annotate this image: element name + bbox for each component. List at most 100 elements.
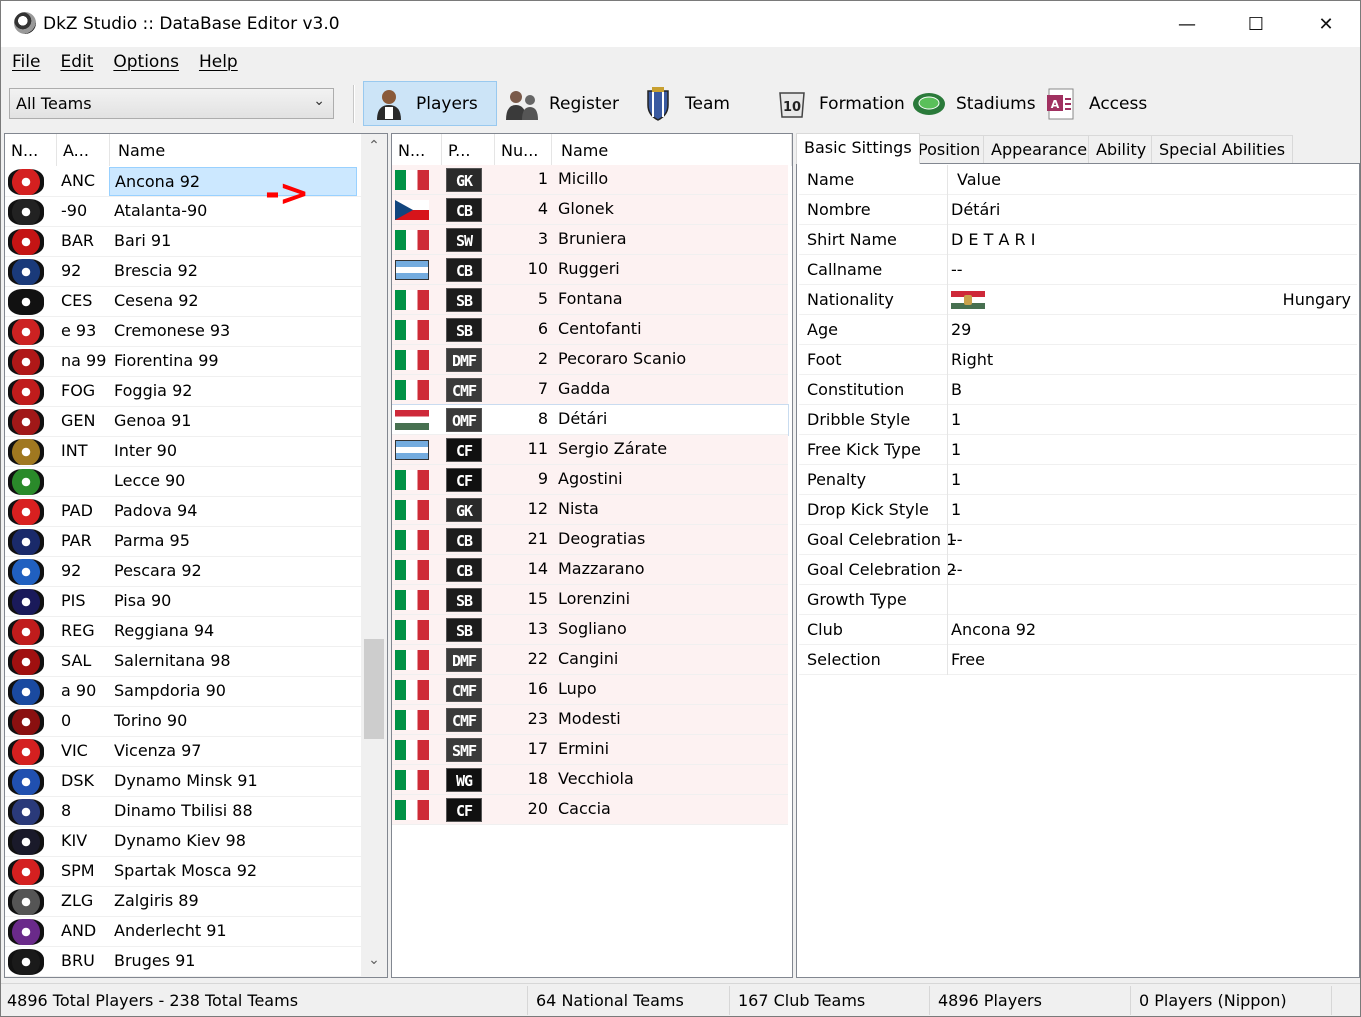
property-value[interactable]: 1: [951, 470, 961, 489]
player-row[interactable]: DMF 2 Pecoraro Scanio: [392, 345, 788, 375]
team-row[interactable]: PAR Parma 95: [5, 527, 362, 557]
player-row[interactable]: CB 14 Mazzarano: [392, 555, 788, 585]
property-value[interactable]: --: [951, 260, 963, 279]
team-row[interactable]: 8 Dinamo Tbilisi 88: [5, 797, 362, 827]
team-row[interactable]: VIC Vicenza 97: [5, 737, 362, 767]
team-row[interactable]: FOG Foggia 92: [5, 377, 362, 407]
property-row[interactable]: Constitution B: [799, 375, 1357, 405]
property-value[interactable]: 1: [951, 500, 961, 519]
menu-options[interactable]: Options: [106, 47, 186, 79]
column-header-nationality[interactable]: N...: [392, 134, 442, 166]
player-row[interactable]: CMF 7 Gadda: [392, 375, 788, 405]
team-row[interactable]: AND Anderlecht 91: [5, 917, 362, 947]
player-row[interactable]: SB 13 Sogliano: [392, 615, 788, 645]
property-row[interactable]: Free Kick Type 1: [799, 435, 1357, 465]
team-row[interactable]: ZLG Zalgiris 89: [5, 887, 362, 917]
property-row[interactable]: Dribble Style 1: [799, 405, 1357, 435]
close-button[interactable]: ✕: [1291, 1, 1361, 47]
property-row[interactable]: Nationality Hungary: [799, 285, 1357, 315]
property-row[interactable]: Shirt Name D E T A R I: [799, 225, 1357, 255]
team-row[interactable]: DSK Dynamo Minsk 91: [5, 767, 362, 797]
team-row[interactable]: 0 Torino 90: [5, 707, 362, 737]
player-row[interactable]: CF 20 Caccia: [392, 795, 788, 825]
column-header-position[interactable]: P...: [442, 134, 495, 166]
property-row[interactable]: Selection Free: [799, 645, 1357, 675]
player-row[interactable]: SMF 17 Ermini: [392, 735, 788, 765]
team-row[interactable]: INT Inter 90: [5, 437, 362, 467]
player-row[interactable]: CB 4 Glonek: [392, 195, 788, 225]
property-value[interactable]: Détári: [951, 200, 1000, 219]
team-row[interactable]: PAD Padova 94: [5, 497, 362, 527]
property-row[interactable]: Age 29: [799, 315, 1357, 345]
player-row[interactable]: CB 10 Ruggeri: [392, 255, 788, 285]
player-row[interactable]: CMF 23 Modesti: [392, 705, 788, 735]
team-row[interactable]: BRU Bruges 91: [5, 947, 362, 977]
column-header-number[interactable]: Nu...: [495, 134, 552, 166]
tab-appearance[interactable]: Appearance: [983, 135, 1096, 163]
property-value[interactable]: 1: [951, 440, 961, 459]
scroll-down-icon[interactable]: ⌄: [361, 952, 387, 977]
team-row[interactable]: CES Cesena 92: [5, 287, 362, 317]
team-row[interactable]: e 93 Cremonese 93: [5, 317, 362, 347]
team-row[interactable]: KIV Dynamo Kiev 98: [5, 827, 362, 857]
team-row[interactable]: SAL Salernitana 98: [5, 647, 362, 677]
scroll-up-icon[interactable]: ⌃: [361, 138, 387, 164]
team-row[interactable]: -90 Atalanta-90: [5, 197, 362, 227]
property-value[interactable]: Free: [951, 650, 985, 669]
property-key-header[interactable]: Name: [807, 170, 854, 189]
team-row[interactable]: GEN Genoa 91: [5, 407, 362, 437]
team-row[interactable]: PIS Pisa 90: [5, 587, 362, 617]
player-row[interactable]: GK 1 Micillo: [392, 165, 788, 195]
property-value[interactable]: 1: [951, 410, 961, 429]
property-value[interactable]: Ancona 92: [951, 620, 1036, 639]
column-header-player-name[interactable]: Name: [552, 134, 792, 166]
maximize-button[interactable]: ☐: [1221, 1, 1291, 47]
property-value-header[interactable]: Value: [957, 170, 1001, 189]
team-row[interactable]: ANC Ancona 92: [5, 167, 362, 197]
register-button[interactable]: Register: [497, 81, 627, 126]
player-row[interactable]: CF 11 Sergio Zárate: [392, 435, 788, 465]
tab-ability[interactable]: Ability: [1088, 135, 1155, 163]
property-row[interactable]: Nombre Détári: [799, 195, 1357, 225]
property-value[interactable]: B: [951, 380, 962, 399]
property-value[interactable]: Right: [951, 350, 993, 369]
formation-button[interactable]: 10 Formation: [767, 81, 907, 126]
team-row[interactable]: SPM Spartak Mosca 92: [5, 857, 362, 887]
column-header-name[interactable]: Name: [110, 134, 362, 166]
player-row[interactable]: OMF 8 Détári: [392, 404, 789, 436]
player-row[interactable]: WG 18 Vecchiola: [392, 765, 788, 795]
column-header-nation[interactable]: N...: [5, 134, 57, 166]
property-row[interactable]: Penalty 1: [799, 465, 1357, 495]
menu-help[interactable]: Help: [192, 47, 245, 79]
property-value[interactable]: --: [951, 560, 963, 579]
property-value[interactable]: D E T A R I: [951, 230, 1035, 249]
player-row[interactable]: CB 21 Deogratias: [392, 525, 788, 555]
team-row[interactable]: BAR Bari 91: [5, 227, 362, 257]
property-row[interactable]: Callname --: [799, 255, 1357, 285]
player-row[interactable]: DMF 22 Cangini: [392, 645, 788, 675]
player-row[interactable]: SB 6 Centofanti: [392, 315, 788, 345]
player-row[interactable]: SB 15 Lorenzini: [392, 585, 788, 615]
team-filter-select[interactable]: All Teams ⌄: [9, 88, 334, 119]
tab-special-abilities[interactable]: Special Abilities: [1151, 135, 1294, 163]
property-row[interactable]: Drop Kick Style 1: [799, 495, 1357, 525]
property-row[interactable]: Club Ancona 92: [799, 615, 1357, 645]
tab-basic-sittings[interactable]: Basic Sittings: [796, 133, 920, 164]
property-row[interactable]: Goal Celebration 1 --: [799, 525, 1357, 555]
access-button[interactable]: A Access: [1037, 81, 1167, 126]
property-value[interactable]: Hungary: [1283, 290, 1351, 309]
menu-edit[interactable]: Edit: [53, 47, 100, 79]
player-row[interactable]: SW 3 Bruniera: [392, 225, 788, 255]
property-row[interactable]: Foot Right: [799, 345, 1357, 375]
team-row[interactable]: a 90 Sampdoria 90: [5, 677, 362, 707]
team-row[interactable]: 92 Pescara 92: [5, 557, 362, 587]
player-row[interactable]: CF 9 Agostini: [392, 465, 788, 495]
team-row[interactable]: Lecce 90: [5, 467, 362, 497]
team-list-scrollbar[interactable]: ⌃ ⌄: [361, 134, 387, 977]
minimize-button[interactable]: —: [1152, 1, 1222, 47]
players-button[interactable]: Players: [363, 81, 497, 126]
stadiums-button[interactable]: Stadiums: [904, 81, 1038, 126]
menu-file[interactable]: File: [5, 47, 47, 79]
column-header-abbr[interactable]: A...: [57, 134, 110, 166]
property-row[interactable]: Goal Celebration 2 --: [799, 555, 1357, 585]
